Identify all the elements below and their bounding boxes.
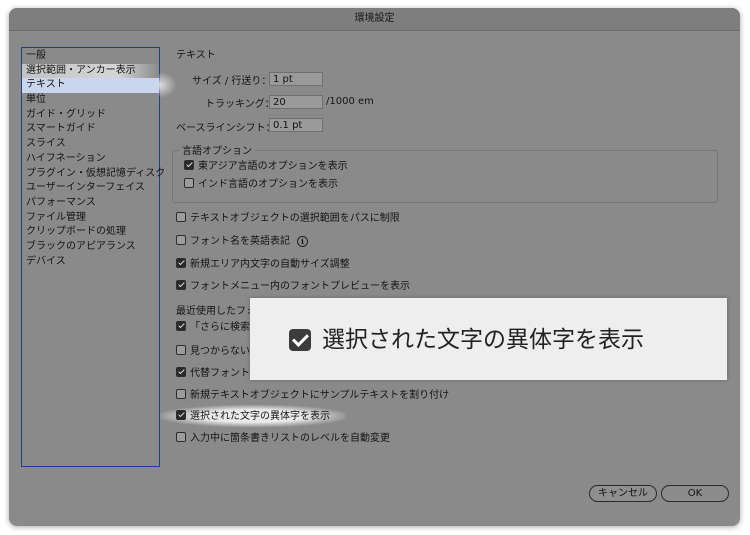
restrict-selection-label: テキストオブジェクトの選択範囲をパスに制限 [190,213,400,224]
sidebar-item-clipboard[interactable]: クリップボードの処理 [22,225,159,240]
sidebar-item-text[interactable]: テキスト [22,72,177,98]
restrict-selection-checkbox[interactable] [176,212,186,222]
recent-fonts-label: 最近使用したフォ [176,306,256,317]
sidebar-item-units[interactable]: 単位 [22,93,159,108]
substitute-font-option[interactable]: 代替フォントを [176,367,260,381]
east-asian-label: 東アジア言語のオプションを表示 [198,161,348,172]
info-icon[interactable]: i [297,236,308,247]
show-alternates-option[interactable]: 選択された文字の異体字を表示 [176,410,330,424]
indic-label: インド言語のオプションを表示 [198,179,338,190]
sample-text-option[interactable]: 新規テキストオブジェクトにサンプルテキストを割り付け [176,389,449,403]
sample-text-checkbox[interactable] [176,389,186,399]
callout-checkbox [289,329,311,351]
baseline-shift-label: ベースラインシフト： [176,123,276,134]
more-search-option[interactable]: 「さらに検索」 [176,321,260,335]
zoom-callout: 選択された文字の異体字を表示 [250,298,727,380]
sidebar-item-devices[interactable]: デバイス [22,255,159,270]
sidebar-item-smart-guides[interactable]: スマートガイド [22,122,159,137]
tracking-label: トラッキング： [205,99,275,110]
english-font-names-checkbox[interactable] [176,235,186,245]
east-asian-checkbox[interactable] [184,160,194,170]
sample-text-label: 新規テキストオブジェクトにサンプルテキストを割り付け [190,390,450,401]
english-font-names-label: フォント名を英語表記 [190,236,290,247]
tracking-field[interactable]: 20 [269,95,323,109]
auto-list-level-option[interactable]: 入力中に箇条書きリストのレベルを自動変更 [176,432,390,446]
auto-list-level-checkbox[interactable] [176,432,186,442]
tracking-unit: /1000 em [326,96,374,107]
sidebar-item-general[interactable]: 一般 [22,49,159,64]
sidebar-item-performance[interactable]: パフォーマンス [22,196,159,211]
sidebar-item-user-interface[interactable]: ユーザーインターフェイス [22,181,159,196]
section-title: テキスト [176,50,216,61]
sidebar-item-file-handling[interactable]: ファイル管理 [22,211,159,226]
sidebar-item-plugins[interactable]: プラグイン・仮想記憶ディスク [22,167,165,182]
auto-size-label: 新規エリア内文字の自動サイズ調整 [190,259,350,270]
font-preview-checkbox[interactable] [176,280,186,290]
indic-option[interactable]: インド言語のオプションを表示 [184,178,338,192]
sidebar: 一般 選択範囲・アンカー表示 テキスト 単位 ガイド・グリッド スマートガイド … [21,47,177,467]
auto-list-level-label: 入力中に箇条書きリストのレベルを自動変更 [190,433,390,444]
english-font-names-option[interactable]: フォント名を英語表記 i [176,235,308,249]
sidebar-item-guides-grid[interactable]: ガイド・グリッド [22,108,159,123]
sidebar-item-black-appearance[interactable]: ブラックのアピアランス [22,240,159,255]
show-alternates-label: 選択された文字の異体字を表示 [190,411,330,422]
east-asian-option[interactable]: 東アジア言語のオプションを表示 [184,160,348,174]
missing-glyph-checkbox[interactable] [176,345,186,355]
language-options-group [172,150,718,203]
sidebar-item-selection[interactable]: 選択範囲・アンカー表示 [22,63,159,79]
restrict-selection-option[interactable]: テキストオブジェクトの選択範囲をパスに制限 [176,212,400,226]
font-preview-label: フォントメニュー内のフォントプレビューを表示 [190,281,410,292]
missing-glyph-option[interactable]: 見つからない字 [176,345,260,359]
size-leading-field[interactable]: 1 pt [269,72,323,86]
more-search-checkbox[interactable] [176,321,186,331]
callout-label: 選択された文字の異体字を表示 [322,327,644,353]
font-preview-option[interactable]: フォントメニュー内のフォントプレビューを表示 [176,280,410,294]
cancel-button[interactable]: キャンセル [589,485,657,502]
language-options-title: 言語オプション [179,142,255,157]
size-leading-label: サイズ / 行送り： [192,76,272,87]
sidebar-item-hyphenation[interactable]: ハイフネーション [22,152,159,167]
substitute-font-checkbox[interactable] [176,367,186,377]
sidebar-item-slices[interactable]: スライス [22,137,159,152]
baseline-shift-field[interactable]: 0.1 pt [269,118,323,132]
indic-checkbox[interactable] [184,178,194,188]
auto-size-option[interactable]: 新規エリア内文字の自動サイズ調整 [176,258,350,272]
window-title: 環境設定 [9,8,740,31]
auto-size-checkbox[interactable] [176,258,186,268]
show-alternates-checkbox[interactable] [176,410,186,420]
ok-button[interactable]: OK [661,485,729,502]
